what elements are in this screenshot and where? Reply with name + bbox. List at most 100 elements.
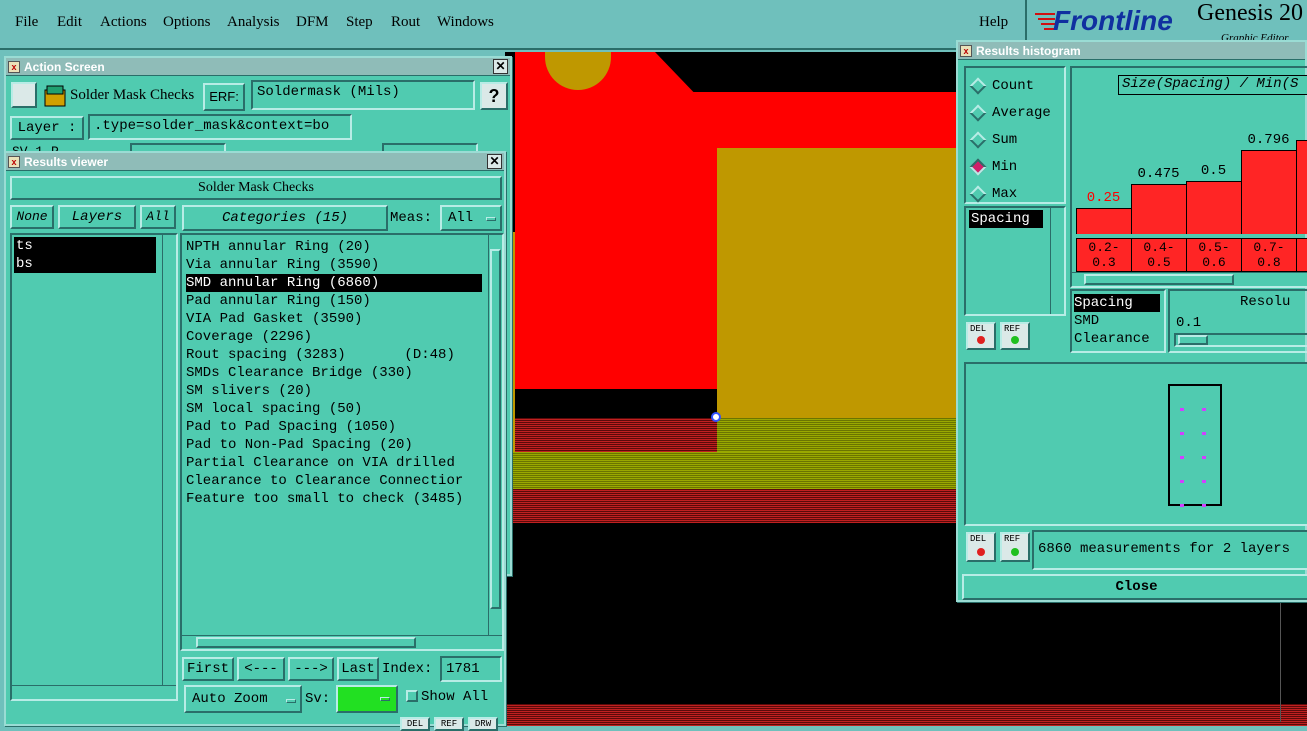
- window-menu-icon[interactable]: x: [960, 45, 972, 57]
- attribute-item[interactable]: SMD: [1074, 312, 1160, 330]
- menu-options[interactable]: Options: [163, 14, 211, 31]
- category-item[interactable]: SM local spacing (50): [186, 400, 482, 418]
- show-all-checkbox[interactable]: [406, 690, 418, 702]
- mode-radio-average[interactable]: [969, 104, 987, 122]
- none-button[interactable]: None: [10, 205, 54, 229]
- menu-analysis[interactable]: Analysis: [227, 14, 280, 31]
- menu-actions[interactable]: Actions: [100, 14, 147, 31]
- mode-label-min[interactable]: Min: [992, 159, 1017, 175]
- category-item[interactable]: Clearance to Clearance Connectior: [186, 472, 482, 490]
- mode-radio-count[interactable]: [969, 77, 987, 95]
- prev-button[interactable]: <---: [237, 657, 285, 681]
- erf-button[interactable]: ERF:: [203, 83, 245, 111]
- ref-button[interactable]: REF: [1000, 322, 1030, 350]
- layers-hscrollbar[interactable]: [12, 685, 176, 699]
- layer-item[interactable]: ts: [14, 237, 156, 255]
- layers-button[interactable]: Layers: [58, 205, 136, 229]
- histogram-hscrollbar[interactable]: [1072, 272, 1307, 286]
- category-item[interactable]: SMD annular Ring (6860): [186, 274, 482, 292]
- ref-button[interactable]: REF: [434, 717, 464, 731]
- chevron-down-icon: [486, 217, 496, 221]
- index-field[interactable]: 1781: [440, 656, 502, 682]
- all-button[interactable]: All: [140, 205, 176, 229]
- preview-ref-button[interactable]: REF: [1000, 532, 1030, 562]
- measure-scrollbar[interactable]: [1050, 208, 1064, 314]
- mode-radio-sum[interactable]: [969, 131, 987, 149]
- category-item[interactable]: Pad annular Ring (150): [186, 292, 482, 310]
- first-button[interactable]: First: [182, 657, 234, 681]
- menu-windows[interactable]: Windows: [437, 14, 494, 31]
- scroll-thumb[interactable]: [490, 249, 501, 609]
- category-item[interactable]: Feature too small to check (3485): [186, 490, 482, 508]
- hscroll-thumb[interactable]: [196, 637, 416, 648]
- category-item[interactable]: NPTH annular Ring (20): [186, 238, 482, 256]
- categories-button[interactable]: Categories (15): [182, 205, 388, 231]
- menu-file[interactable]: File: [15, 14, 38, 31]
- category-item[interactable]: Pad to Pad Spacing (1050): [186, 418, 482, 436]
- mode-label-average[interactable]: Average: [992, 105, 1051, 121]
- meas-dropdown[interactable]: All: [440, 205, 502, 231]
- attribute-item[interactable]: Spacing: [1074, 294, 1160, 312]
- erf-field[interactable]: Soldermask (Mils): [251, 80, 475, 110]
- category-item[interactable]: Partial Clearance on VIA drilled: [186, 454, 482, 472]
- close-button[interactable]: Close: [962, 574, 1307, 600]
- attribute-item[interactable]: Clearance: [1074, 330, 1160, 348]
- category-item[interactable]: Coverage (2296): [186, 328, 482, 346]
- measure-item[interactable]: Spacing: [969, 210, 1043, 228]
- category-item[interactable]: Pad to Non-Pad Spacing (20): [186, 436, 482, 454]
- layer-button[interactable]: Layer :: [10, 116, 84, 140]
- bottom-band: [505, 704, 1307, 726]
- hscroll-thumb[interactable]: [1084, 274, 1234, 285]
- close-icon[interactable]: ✕: [487, 154, 502, 169]
- resolution-slider[interactable]: [1174, 333, 1307, 347]
- histogram-bar[interactable]: [1241, 150, 1297, 234]
- help-button[interactable]: ?: [480, 82, 508, 110]
- histogram-bar[interactable]: [1131, 183, 1187, 234]
- bar-value-label: 0.25: [1086, 189, 1121, 206]
- mode-label-count[interactable]: Count: [992, 78, 1034, 94]
- measurement-dot: [1202, 504, 1206, 507]
- category-item[interactable]: SM slivers (20): [186, 382, 482, 400]
- layers-scrollbar[interactable]: [162, 235, 176, 685]
- close-icon[interactable]: ✕: [493, 59, 508, 74]
- next-button[interactable]: --->: [288, 657, 334, 681]
- del-button[interactable]: DEL: [966, 322, 996, 350]
- menu-rout[interactable]: Rout: [391, 14, 420, 31]
- del-button[interactable]: DEL: [400, 717, 430, 731]
- drw-button[interactable]: DRW: [468, 717, 498, 731]
- mode-radio-max[interactable]: [969, 185, 987, 203]
- green-layer: [505, 452, 975, 489]
- category-item[interactable]: SMDs Clearance Bridge (330): [186, 364, 482, 382]
- preview-del-button[interactable]: DEL: [966, 532, 996, 562]
- category-item[interactable]: Via annular Ring (3590): [186, 256, 482, 274]
- slider-thumb[interactable]: [1178, 335, 1208, 345]
- menu-dfm[interactable]: DFM: [296, 14, 329, 31]
- category-item[interactable]: VIA Pad Gasket (3590): [186, 310, 482, 328]
- attribute-list: Spacing SMD Clearance: [1070, 289, 1166, 353]
- menu-step[interactable]: Step: [346, 14, 373, 31]
- menu-edit[interactable]: Edit: [57, 14, 82, 31]
- categories-hscrollbar[interactable]: [182, 635, 502, 649]
- mode-radio-min[interactable]: [969, 158, 987, 176]
- action-list-icon[interactable]: [11, 82, 37, 108]
- sv-color-dropdown[interactable]: [336, 685, 398, 713]
- histogram-bar[interactable]: [1186, 181, 1242, 234]
- window-title: Action Screen: [24, 60, 105, 74]
- window-menu-icon[interactable]: x: [8, 156, 20, 168]
- last-button[interactable]: Last: [337, 657, 379, 681]
- frontline-logo: Frontline: [1053, 5, 1173, 36]
- chevron-down-icon: [286, 699, 296, 703]
- mode-label-sum[interactable]: Sum: [992, 132, 1017, 148]
- window-menu-icon[interactable]: x: [8, 61, 20, 73]
- categories-scrollbar[interactable]: [488, 235, 502, 635]
- histogram-bar[interactable]: [1076, 207, 1132, 234]
- zoom-dropdown[interactable]: Auto Zoom: [184, 685, 302, 713]
- category-item[interactable]: Rout spacing (3283) (D:48): [186, 346, 482, 364]
- chevron-down-icon: [380, 697, 390, 701]
- histogram-bar[interactable]: [1296, 140, 1307, 234]
- menu-help[interactable]: Help: [979, 14, 1008, 31]
- mode-label-max[interactable]: Max: [992, 186, 1017, 202]
- layer-item[interactable]: bs: [14, 255, 156, 273]
- layer-field[interactable]: .type=solder_mask&context=bo: [88, 114, 352, 140]
- ref-label: REF: [1004, 534, 1021, 544]
